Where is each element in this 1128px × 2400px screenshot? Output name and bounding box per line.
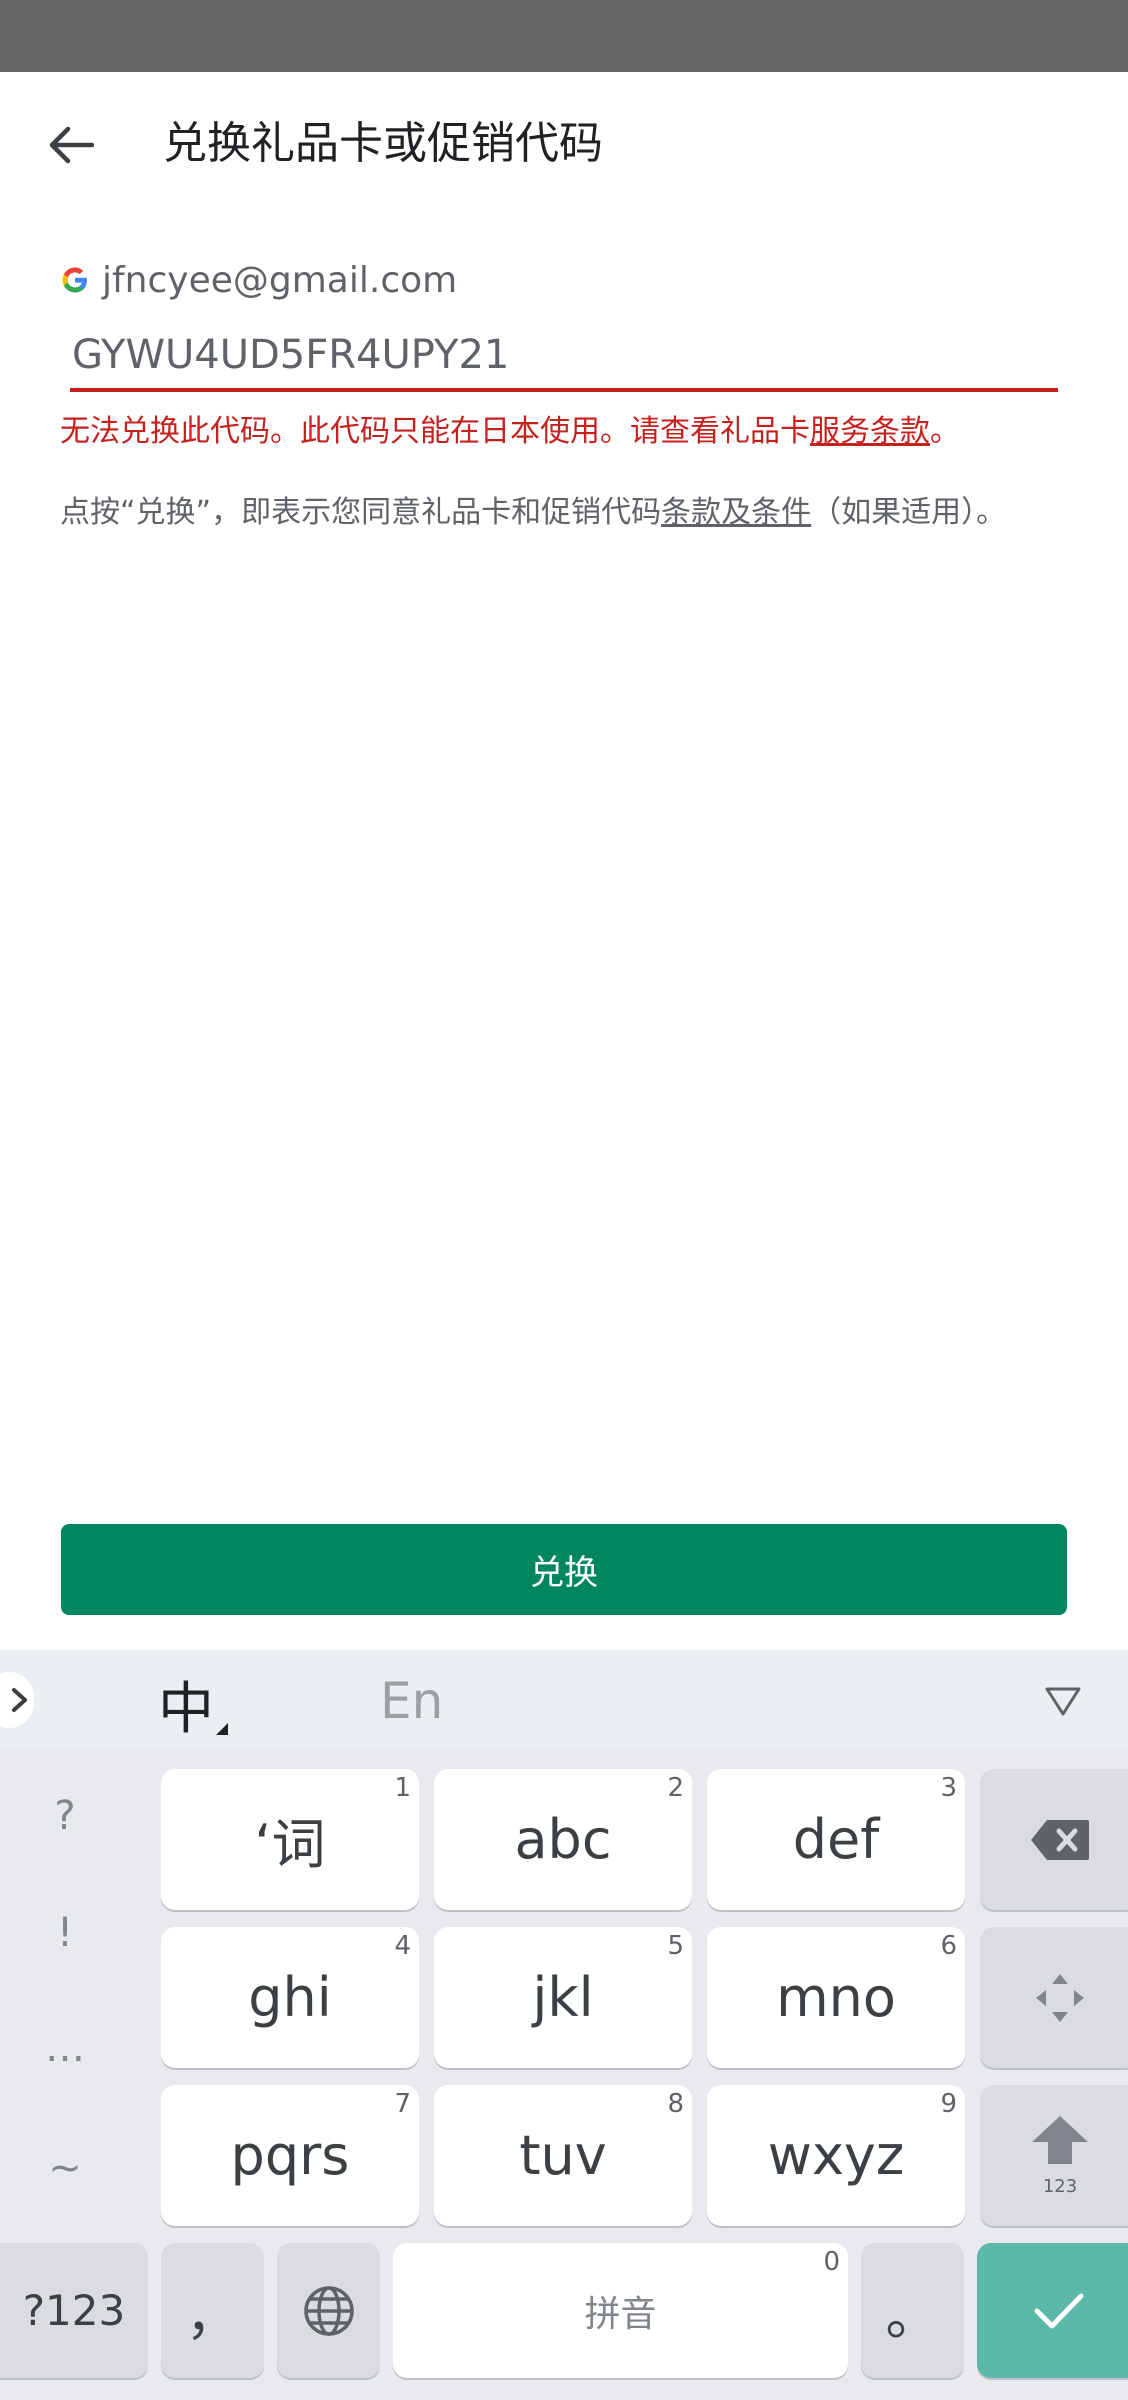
period-key[interactable]: 。 [861, 2243, 964, 2378]
cursor-move-key[interactable] [980, 1927, 1128, 2068]
space-key[interactable]: 拼音 0 [393, 2243, 848, 2378]
error-message: 无法兑换此代码。此代码只能在日本使用。请查看礼品卡服务条款。 [60, 410, 960, 454]
globe-icon [303, 2285, 354, 2336]
redeem-button[interactable]: 兑换 [61, 1524, 1067, 1615]
chevron-right-icon [12, 1688, 27, 1712]
backspace-icon [1031, 1819, 1089, 1860]
side-key-exclamation[interactable]: ! [0, 1910, 130, 1956]
keyboard-toolbar: 中 En [0, 1650, 1128, 1750]
key-label: ghi [248, 1966, 332, 2029]
keyboard: 中 En ? ! … ~ ‘词 1 abc 2 def 3 ghi 4 jkl 5 mno… [0, 1650, 1128, 2400]
account-email: jfncyee@gmail.com [102, 259, 458, 301]
terms-text: 点按“兑换”，即表示您同意礼品卡和促销代码 [60, 495, 662, 530]
key-label: jkl [532, 1966, 594, 2029]
shift-sub-label: 123 [1042, 2176, 1078, 2197]
code-input[interactable] [70, 322, 1058, 392]
google-g-icon [62, 267, 87, 293]
status-bar [0, 0, 1128, 72]
key-8[interactable]: tuv 8 [434, 2085, 692, 2226]
key-number: 9 [940, 2089, 957, 2119]
terms-and-conditions-link[interactable]: 条款及条件 [661, 495, 811, 530]
key-6[interactable]: mno 6 [707, 1927, 965, 2068]
page-title: 兑换礼品卡或促销代码 [163, 118, 603, 169]
key-label: pqrs [230, 2124, 350, 2187]
side-key-question[interactable]: ? [0, 1793, 130, 1839]
shift-key[interactable]: 123 [980, 2085, 1128, 2226]
corner-triangle-icon [216, 1723, 228, 1735]
space-label: 拼音 [584, 2293, 657, 2335]
backspace-key[interactable] [980, 1769, 1128, 1910]
error-text: 无法兑换此代码。此代码只能在日本使用。请查看礼品卡 [60, 414, 810, 449]
key-number: 2 [667, 1773, 684, 1803]
key-label: abc [514, 1808, 612, 1871]
key-2[interactable]: abc 2 [434, 1769, 692, 1910]
key-3[interactable]: def 3 [707, 1769, 965, 1910]
globe-key[interactable] [277, 2243, 380, 2378]
chinese-mode-label: 中 [158, 1677, 214, 1742]
key-7[interactable]: pqrs 7 [161, 2085, 419, 2226]
app-bar: 兑换礼品卡或促销代码 [0, 72, 1128, 212]
expand-toolbar-button[interactable] [0, 1672, 34, 1728]
back-button[interactable] [36, 110, 106, 180]
checkmark-icon [1034, 2293, 1083, 2328]
key-4[interactable]: ghi 4 [161, 1927, 419, 2068]
english-mode-key[interactable]: En [380, 1672, 443, 1730]
terms-suffix: （如果适用）。 [811, 495, 1007, 530]
account-row: jfncyee@gmail.com [60, 258, 457, 302]
key-number: 3 [940, 1773, 957, 1803]
collapse-keyboard-icon[interactable] [1043, 1684, 1083, 1718]
key-label: tuv [519, 2124, 607, 2187]
key-number: 8 [667, 2089, 684, 2119]
key-label: def [792, 1808, 880, 1871]
enter-key[interactable] [977, 2243, 1128, 2378]
move-cursor-icon [1036, 1973, 1084, 2022]
key-number: 6 [940, 1931, 957, 1961]
arrow-back-icon [49, 126, 94, 164]
side-key-ellipsis[interactable]: … [0, 2025, 130, 2071]
key-number: 5 [667, 1931, 684, 1961]
key-label: wxyz [767, 2124, 905, 2187]
terms-notice: 点按“兑换”，即表示您同意礼品卡和促销代码条款及条件（如果适用）。 [60, 492, 1020, 534]
key-5[interactable]: jkl 5 [434, 1927, 692, 2068]
comma-key[interactable]: ， [161, 2243, 264, 2378]
key-number: 7 [394, 2089, 411, 2119]
side-key-tilde[interactable]: ~ [0, 2145, 130, 2191]
key-number: 4 [394, 1931, 411, 1961]
key-label: ‘词 [254, 1813, 326, 1876]
symbols-key[interactable]: ?123 [0, 2243, 148, 2378]
key-number: 0 [823, 2247, 840, 2277]
key-1[interactable]: ‘词 1 [161, 1769, 419, 1910]
error-suffix: 。 [930, 414, 960, 449]
terms-of-service-link[interactable]: 服务条款 [810, 414, 930, 449]
key-9[interactable]: wxyz 9 [707, 2085, 965, 2226]
shift-arrow-icon [1032, 2116, 1088, 2164]
chinese-mode-key[interactable]: 中 [158, 1664, 228, 1745]
key-number: 1 [394, 1773, 411, 1803]
key-label: mno [776, 1966, 896, 2029]
